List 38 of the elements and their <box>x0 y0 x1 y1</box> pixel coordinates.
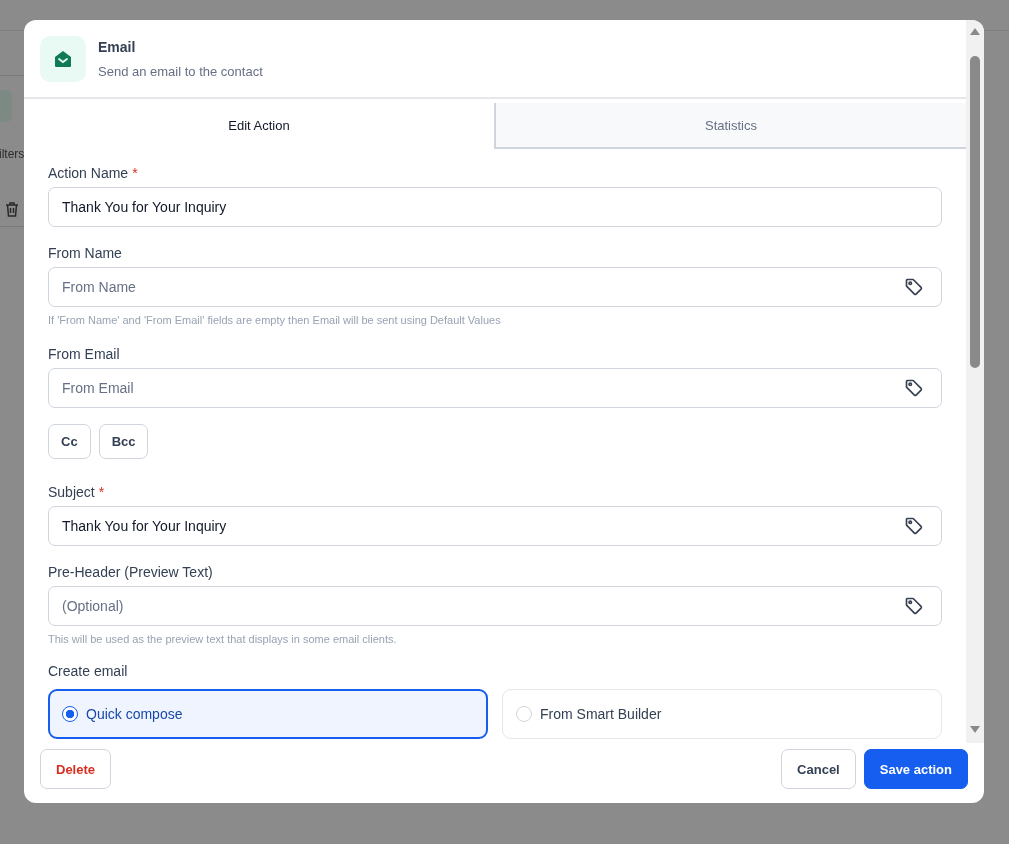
field-label: From Name <box>48 245 122 261</box>
tag-icon[interactable] <box>904 277 924 297</box>
required-asterisk: * <box>98 484 105 500</box>
text-field[interactable]: (Optional) <box>48 586 942 626</box>
save-button[interactable]: Save action <box>863 749 968 789</box>
tag-icon[interactable] <box>904 516 924 536</box>
cancel-button[interactable]: Cancel <box>781 749 856 789</box>
scroll-down-icon[interactable] <box>969 725 981 735</box>
field-hint: This will be used as the preview text that displays in some email clients. <box>48 633 398 645</box>
recipient-button[interactable]: Cc <box>48 424 91 459</box>
tag-icon[interactable] <box>904 596 924 616</box>
text-field[interactable]: From Email <box>48 368 942 408</box>
dialog-title: Email <box>98 38 137 55</box>
field-label: From Email <box>48 346 120 362</box>
text-field[interactable]: Thank You for Your Inquiry <box>48 187 942 227</box>
option-card[interactable]: From Smart Builder <box>502 689 942 739</box>
section-label: Create email <box>48 663 129 679</box>
tab[interactable]: Statistics <box>494 103 966 149</box>
field-label: Subject <box>48 484 95 500</box>
field-label: Action Name <box>48 165 129 181</box>
tag-icon[interactable] <box>904 378 924 398</box>
scroll-up-icon[interactable] <box>969 26 981 36</box>
recipient-button[interactable]: Bcc <box>98 424 149 459</box>
radio-button[interactable] <box>62 706 78 722</box>
option-label: From Smart Builder <box>540 706 662 722</box>
text-field[interactable]: Thank You for Your Inquiry <box>48 506 942 546</box>
delete-button[interactable]: Delete <box>40 749 112 789</box>
required-asterisk: * <box>132 165 138 181</box>
field-hint: If 'From Name' and 'From Email' fields are empty then Email will be sent using Default Values <box>48 314 502 326</box>
field-label: Pre-Header (Preview Text) <box>48 564 213 580</box>
option-label: Quick compose <box>86 706 183 722</box>
scrollbar-thumb[interactable] <box>970 56 980 368</box>
option-card[interactable]: Quick compose <box>48 689 488 739</box>
dialog-subtitle: Send an email to the contact <box>98 63 263 79</box>
email-icon <box>40 35 86 82</box>
scrollbar[interactable] <box>966 20 984 743</box>
text-field[interactable]: From Name <box>48 267 942 307</box>
trash-icon <box>5 202 19 217</box>
